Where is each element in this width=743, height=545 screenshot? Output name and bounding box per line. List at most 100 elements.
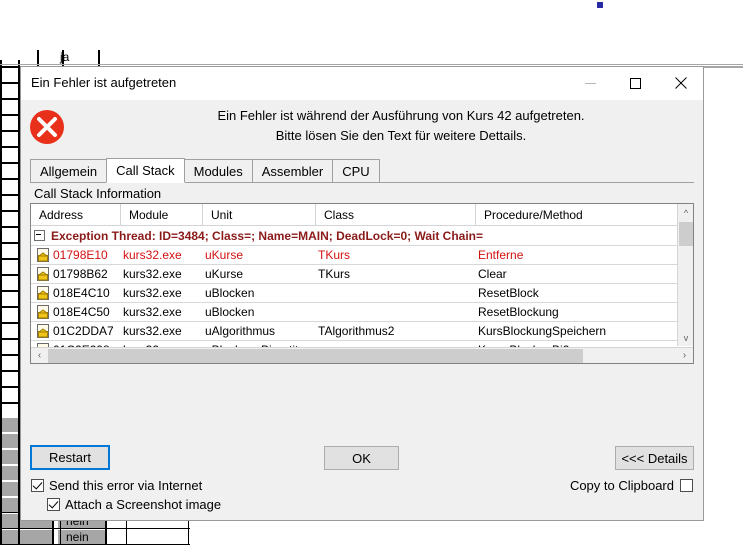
background-grid-line	[0, 64, 743, 65]
background-shaded-cell	[0, 498, 20, 512]
maximize-icon	[630, 77, 641, 89]
vertical-scroll-thumb[interactable]	[679, 222, 693, 246]
background-grid-line	[0, 210, 20, 212]
column-header-procedure[interactable]: Procedure/Method	[476, 204, 676, 226]
cell-module: kurs32.exe	[123, 305, 182, 319]
cell-module: kurs32.exe	[123, 267, 182, 281]
cell-module: kurs32.exe	[123, 248, 182, 262]
table-row[interactable]: 01C2DDA7 kurs32.exe uAlgorithmus TAlgori…	[31, 322, 693, 341]
cell-unit: uBlocken	[205, 305, 255, 319]
tab-modules[interactable]: Modules	[183, 159, 253, 182]
close-button[interactable]	[658, 67, 703, 99]
checkbox-box-icon[interactable]	[47, 498, 60, 511]
table-horizontal-scrollbar[interactable]: ‹ ›	[31, 347, 693, 363]
background-grid-line	[0, 226, 20, 228]
minimize-icon	[585, 82, 596, 84]
background-grid-line	[0, 274, 20, 276]
cell-address: 018E4C50	[53, 305, 110, 319]
error-message-line1: Ein Fehler ist während der Ausführung vo…	[217, 108, 585, 123]
section-label: Call Stack Information	[34, 186, 162, 201]
background-grid-line	[0, 258, 20, 260]
checkbox-box-icon[interactable]	[680, 479, 693, 492]
background-shaded-cell	[0, 482, 20, 496]
checkbox-box-icon[interactable]	[31, 479, 44, 492]
table-header-row: Address Module Unit Class Procedure/Meth…	[31, 204, 693, 226]
cell-procedure: Entferne	[478, 248, 524, 262]
message-area: Ein Fehler ist während der Ausführung vo…	[21, 100, 703, 156]
background-grid-line	[0, 60, 2, 545]
cell-procedure: Clear	[478, 267, 507, 281]
tab-call-stack[interactable]: Call Stack	[106, 158, 185, 183]
dialog-title: Ein Fehler ist aufgetreten	[31, 75, 177, 90]
background-grid-line	[0, 82, 20, 84]
group-row-label: Exception Thread: ID=3484; Class=; Name=…	[51, 228, 484, 243]
table-row[interactable]: 018E4C10 kurs32.exe uBlocken ResetBlock	[31, 284, 693, 303]
column-header-module[interactable]: Module	[121, 204, 203, 226]
cell-unit: uKurse	[205, 248, 244, 262]
tab-strip: Allgemein Call Stack Modules Assembler C…	[30, 158, 694, 183]
unit-source-icon	[37, 305, 49, 319]
table-vertical-scrollbar[interactable]: ^ v	[677, 204, 693, 346]
background-grid-line	[0, 162, 20, 164]
cell-address: 018E4C10	[53, 286, 110, 300]
unit-source-icon	[37, 324, 49, 338]
background-cell-nein: nein	[66, 530, 89, 544]
cell-module: kurs32.exe	[123, 324, 182, 338]
call-stack-table: Address Module Unit Class Procedure/Meth…	[30, 203, 694, 364]
unit-source-icon	[37, 286, 49, 300]
scroll-down-icon[interactable]: v	[678, 329, 693, 346]
cell-procedure: ResetBlockung	[478, 305, 559, 319]
background-grid-line	[0, 114, 20, 116]
cell-procedure: KursBlockungSpeichern	[478, 324, 607, 338]
send-error-label: Send this error via Internet	[49, 478, 203, 493]
background-shaded-cell	[0, 418, 20, 432]
background-shaded-cell	[0, 530, 52, 544]
table-row[interactable]: 01798B62 kurs32.exe uKurse TKurs Clear	[31, 265, 693, 284]
background-grid-line	[0, 322, 20, 324]
send-error-checkbox[interactable]: Send this error via Internet	[31, 478, 202, 493]
background-shaded-cell	[0, 466, 20, 480]
table-row[interactable]: 01798E10 kurs32.exe uKurse TKurs Entfern…	[31, 246, 693, 265]
ok-button[interactable]: OK	[324, 446, 399, 470]
horizontal-scroll-thumb[interactable]	[48, 348, 583, 363]
column-header-address[interactable]: Address	[31, 204, 121, 226]
cell-address: 01798B62	[53, 267, 108, 281]
screen-root: ja nein nein Ein Fehler ist aufgetreten	[0, 0, 743, 545]
scroll-right-icon[interactable]: ›	[676, 348, 693, 364]
attach-screenshot-checkbox[interactable]: Attach a Screenshot image	[47, 497, 221, 512]
tab-allgemein[interactable]: Allgemein	[30, 159, 108, 182]
cell-unit: uKurse	[205, 267, 244, 281]
cell-address: 01798E10	[53, 248, 108, 262]
cell-unit: uBlocken	[205, 286, 255, 300]
exception-thread-group-row[interactable]: Exception Thread: ID=3484; Class=; Name=…	[31, 226, 693, 246]
minimize-button[interactable]	[568, 67, 613, 99]
dialog-titlebar[interactable]: Ein Fehler ist aufgetreten	[21, 67, 703, 100]
background-grid-line	[0, 290, 20, 292]
table-row[interactable]: 018E4C50 kurs32.exe uBlocken ResetBlocku…	[31, 303, 693, 322]
background-grid-line	[0, 146, 20, 148]
details-button[interactable]: <<< Details	[615, 446, 694, 470]
background-grid-line	[0, 242, 20, 244]
close-icon	[674, 77, 687, 89]
horizontal-scroll-track[interactable]	[48, 348, 676, 364]
copy-clipboard-checkbox[interactable]: Copy to Clipboard	[570, 478, 693, 493]
background-grid-line	[0, 130, 20, 132]
collapse-icon[interactable]	[34, 230, 45, 241]
background-grid-line	[0, 194, 20, 196]
scroll-up-icon[interactable]: ^	[678, 204, 693, 221]
tab-assembler[interactable]: Assembler	[251, 159, 334, 182]
background-grid-line	[0, 370, 20, 372]
tab-cpu[interactable]: CPU	[332, 159, 380, 182]
background-grid-line	[0, 386, 20, 388]
restart-button[interactable]: Restart	[30, 445, 110, 470]
scroll-left-icon[interactable]: ‹	[31, 348, 48, 364]
window-controls	[568, 67, 703, 99]
cell-unit: uAlgorithmus	[205, 324, 276, 338]
column-header-unit[interactable]: Unit	[203, 204, 316, 226]
background-grid-line	[0, 306, 20, 308]
maximize-button[interactable]	[613, 67, 658, 99]
error-dialog: Ein Fehler ist aufgetreten Ein Fehler is…	[20, 66, 704, 521]
column-header-class[interactable]: Class	[316, 204, 476, 226]
background-grid-line	[0, 178, 20, 180]
cell-class: TKurs	[318, 267, 351, 281]
